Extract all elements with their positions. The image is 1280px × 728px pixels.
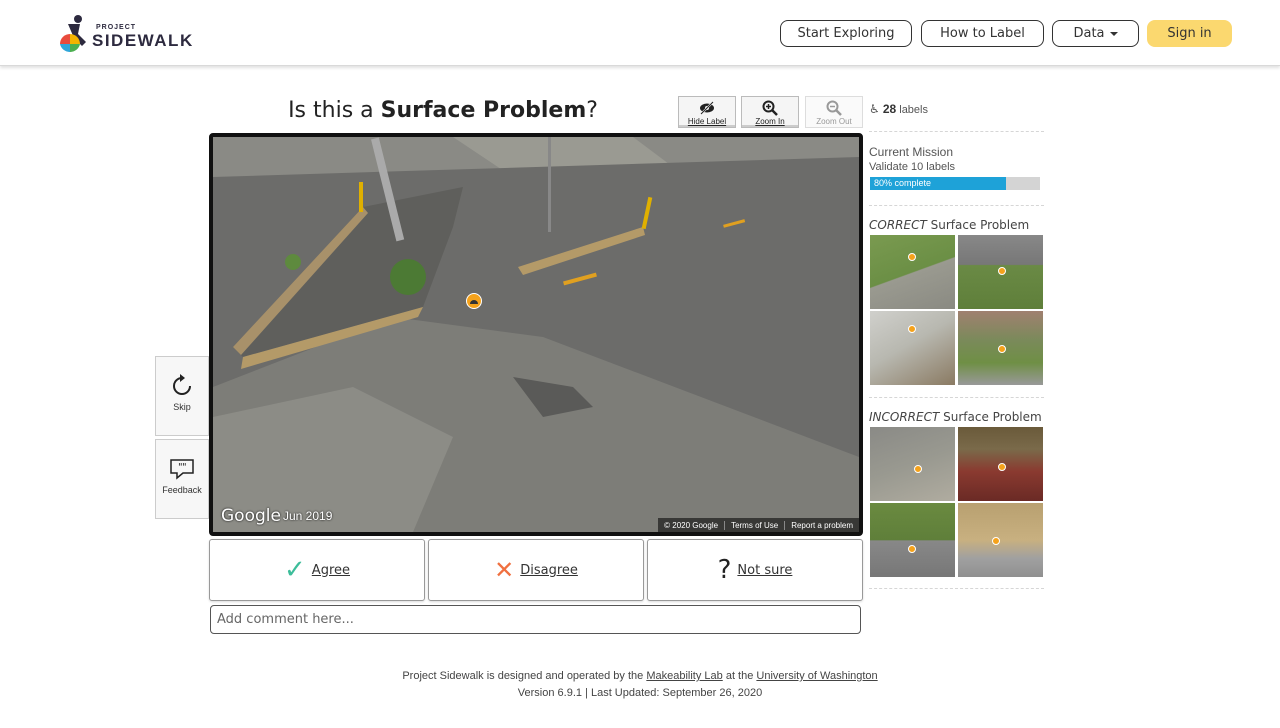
start-exploring-label: Start Exploring <box>797 26 895 41</box>
incorrect-examples-heading: INCORRECT Surface Problem <box>869 410 1044 424</box>
makeability-lab-link[interactable]: Makeability Lab <box>646 670 722 682</box>
skip-button[interactable]: Skip <box>155 356 209 436</box>
correct-example-thumbnail[interactable] <box>958 235 1043 309</box>
question-prefix: Is this a <box>288 98 381 123</box>
incorrect-example-thumbnail[interactable] <box>958 427 1043 501</box>
agree-label: Agree <box>311 562 350 578</box>
label-count: ♿ 28 labels <box>869 102 1044 116</box>
sign-in-button[interactable]: Sign in <box>1147 20 1232 47</box>
comment-bubble-icon: " " <box>170 459 194 480</box>
label-count-suffix: labels <box>899 104 928 116</box>
google-watermark: Google <box>221 506 281 526</box>
skip-label: Skip <box>173 402 191 412</box>
zoom-out-icon <box>826 100 842 116</box>
incorrect-suffix: Surface Problem <box>939 410 1042 424</box>
street-scene-image <box>213 137 859 532</box>
footer-text-1: Project Sidewalk is designed and operate… <box>402 670 647 682</box>
panel-divider <box>869 131 1044 132</box>
feedback-label: Feedback <box>162 485 202 495</box>
street-view-panorama[interactable]: Google Jun 2019 © 2020 Google Terms of U… <box>209 133 863 536</box>
incorrect-prefix: INCORRECT <box>869 410 940 424</box>
data-dropdown-button[interactable]: Data <box>1052 20 1139 47</box>
sign-in-label: Sign in <box>1167 26 1212 41</box>
caret-down-icon <box>1109 31 1118 36</box>
zoom-out-button[interactable]: Zoom Out <box>805 96 863 128</box>
correct-suffix: Surface Problem <box>926 218 1030 232</box>
zoom-in-text: Zoom In <box>755 117 785 126</box>
x-mark-icon: ✕ <box>494 556 515 584</box>
correct-example-thumbnail[interactable] <box>958 311 1043 385</box>
mission-progress-fill: 80% complete <box>870 177 1006 190</box>
google-copyright: © 2020 Google <box>664 520 719 530</box>
redo-icon <box>173 374 191 395</box>
panel-divider <box>869 397 1044 398</box>
svg-text:": " <box>182 462 187 473</box>
correct-prefix: CORRECT <box>869 218 927 232</box>
correct-example-thumbnail[interactable] <box>870 311 955 385</box>
start-exploring-button[interactable]: Start Exploring <box>780 20 912 47</box>
imagery-date: Jun 2019 <box>283 509 333 523</box>
project-sidewalk-logo[interactable]: PROJECT SIDEWALK <box>58 14 208 54</box>
mission-progress-bar: 80% complete <box>870 177 1040 190</box>
eye-slash-icon <box>700 101 714 115</box>
logo-mark-icon <box>60 15 86 52</box>
question-label-type: Surface Problem <box>380 98 587 123</box>
logo-text-small: PROJECT <box>96 24 137 31</box>
feedback-button[interactable]: " " Feedback <box>155 439 209 519</box>
incorrect-example-thumbnail[interactable] <box>870 503 955 577</box>
mission-title: Current Mission <box>869 145 954 159</box>
not-sure-button[interactable]: ? Not sure <box>647 539 863 601</box>
hide-label-button[interactable]: Hide Label <box>678 96 736 128</box>
surface-problem-label-marker[interactable] <box>466 293 482 309</box>
validation-question: Is this a Surface Problem? <box>210 98 676 123</box>
terms-of-use-link[interactable]: Terms of Use <box>724 520 784 530</box>
disagree-label: Disagree <box>520 562 578 578</box>
mission-description: Validate 10 labels <box>869 161 956 173</box>
footer-credits: Project Sidewalk is designed and operate… <box>0 670 1280 682</box>
checkmark-icon: ✓ <box>284 555 306 585</box>
zoom-in-button[interactable]: Zoom In <box>741 96 799 128</box>
footer-text-2: at the <box>722 670 757 682</box>
logo-text-big: SIDEWALK <box>92 31 194 50</box>
zoom-out-text: Zoom Out <box>816 117 852 126</box>
question-mark-icon: ? <box>717 555 732 585</box>
zoom-in-icon <box>762 100 778 116</box>
comment-input[interactable] <box>210 605 861 634</box>
navbar: PROJECT SIDEWALK Start Exploring How to … <box>0 0 1280 66</box>
incorrect-example-thumbnail[interactable] <box>870 427 955 501</box>
agree-button[interactable]: ✓ Agree <box>209 539 425 601</box>
correct-example-thumbnail[interactable] <box>870 235 955 309</box>
panel-divider <box>869 205 1044 206</box>
report-problem-link[interactable]: Report a problem <box>784 520 859 530</box>
google-attribution-bar: © 2020 Google Terms of Use Report a prob… <box>658 518 859 532</box>
disagree-button[interactable]: ✕ Disagree <box>428 539 644 601</box>
incorrect-example-thumbnail[interactable] <box>958 503 1043 577</box>
label-count-number: 28 <box>882 102 897 116</box>
data-dropdown-label: Data <box>1073 26 1105 41</box>
how-to-label-button[interactable]: How to Label <box>921 20 1044 47</box>
correct-examples-heading: CORRECT Surface Problem <box>869 218 1044 232</box>
footer-version: Version 6.9.1 | Last Updated: September … <box>517 687 763 699</box>
wheelchair-icon: ♿ <box>869 102 880 116</box>
panel-divider <box>869 588 1044 589</box>
how-to-label-label: How to Label <box>940 26 1025 41</box>
question-suffix: ? <box>586 98 598 123</box>
university-of-washington-link[interactable]: University of Washington <box>756 670 877 682</box>
not-sure-label: Not sure <box>737 562 793 578</box>
hide-label-text: Hide Label <box>687 117 727 126</box>
